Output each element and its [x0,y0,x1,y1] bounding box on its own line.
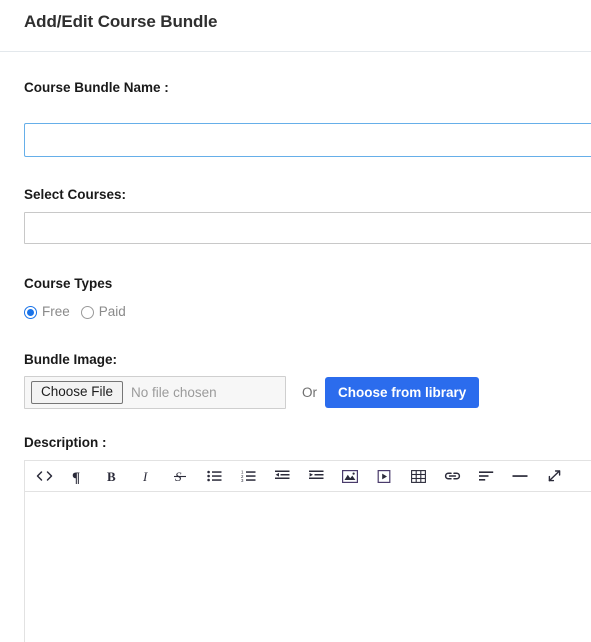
svg-text:I: I [142,469,148,483]
italic-icon[interactable]: I [129,462,163,491]
radio-free-indicator[interactable] [24,305,37,319]
bold-icon[interactable]: B [95,462,129,491]
course-types-label: Course Types [24,276,113,291]
or-separator-label: Or [302,385,317,400]
unordered-list-icon[interactable] [197,462,231,491]
svg-text:3: 3 [241,478,244,482]
bundle-image-file-input[interactable]: Choose File No file chosen [24,376,286,409]
course-types-radio-group: Free Paid [24,302,591,322]
radio-paid-indicator[interactable] [80,305,94,319]
indent-icon[interactable] [299,462,333,491]
outdent-icon[interactable] [265,462,299,491]
svg-text:¶: ¶ [72,470,80,484]
description-editor-body[interactable] [25,492,591,642]
editor-toolbar: ¶ B I S [25,461,591,492]
course-bundle-form: Course Bundle Name : Select Courses: Cou… [0,80,591,642]
radio-option-free[interactable]: Free [24,304,70,320]
add-edit-course-bundle-page: Add/Edit Course Bundle Course Bundle Nam… [0,0,591,642]
link-icon[interactable] [435,462,469,491]
svg-text:B: B [107,469,116,483]
align-left-icon[interactable] [469,462,503,491]
paragraph-icon[interactable]: ¶ [61,462,95,491]
radio-free-label: Free [42,304,70,319]
page-title: Add/Edit Course Bundle [24,12,218,31]
radio-paid-label: Paid [98,304,126,319]
select-courses-input[interactable] [24,212,591,244]
description-label: Description : [24,435,107,450]
description-editor: ¶ B I S [24,460,591,642]
panel-header: Add/Edit Course Bundle [0,0,591,44]
choose-from-library-button[interactable]: Choose from library [325,377,480,408]
select-courses-label: Select Courses: [24,187,127,202]
code-icon[interactable] [27,462,61,491]
bundle-image-row: Choose File No file chosen Or Choose fro… [24,376,591,409]
video-icon[interactable] [367,462,401,491]
horizontal-rule-icon[interactable] [503,462,537,491]
file-status-text: No file chosen [131,385,217,400]
bundle-name-input[interactable] [24,123,591,157]
strikethrough-icon[interactable]: S [163,462,197,491]
table-icon[interactable] [401,462,435,491]
choose-file-button[interactable]: Choose File [31,381,124,404]
image-icon[interactable] [333,462,367,491]
header-divider [0,51,591,52]
bundle-name-label: Course Bundle Name : [24,80,169,95]
expand-icon[interactable] [537,462,571,491]
bundle-image-label: Bundle Image: [24,352,118,367]
radio-option-paid[interactable]: Paid [80,304,126,320]
ordered-list-icon[interactable]: 1 2 3 [231,462,265,491]
